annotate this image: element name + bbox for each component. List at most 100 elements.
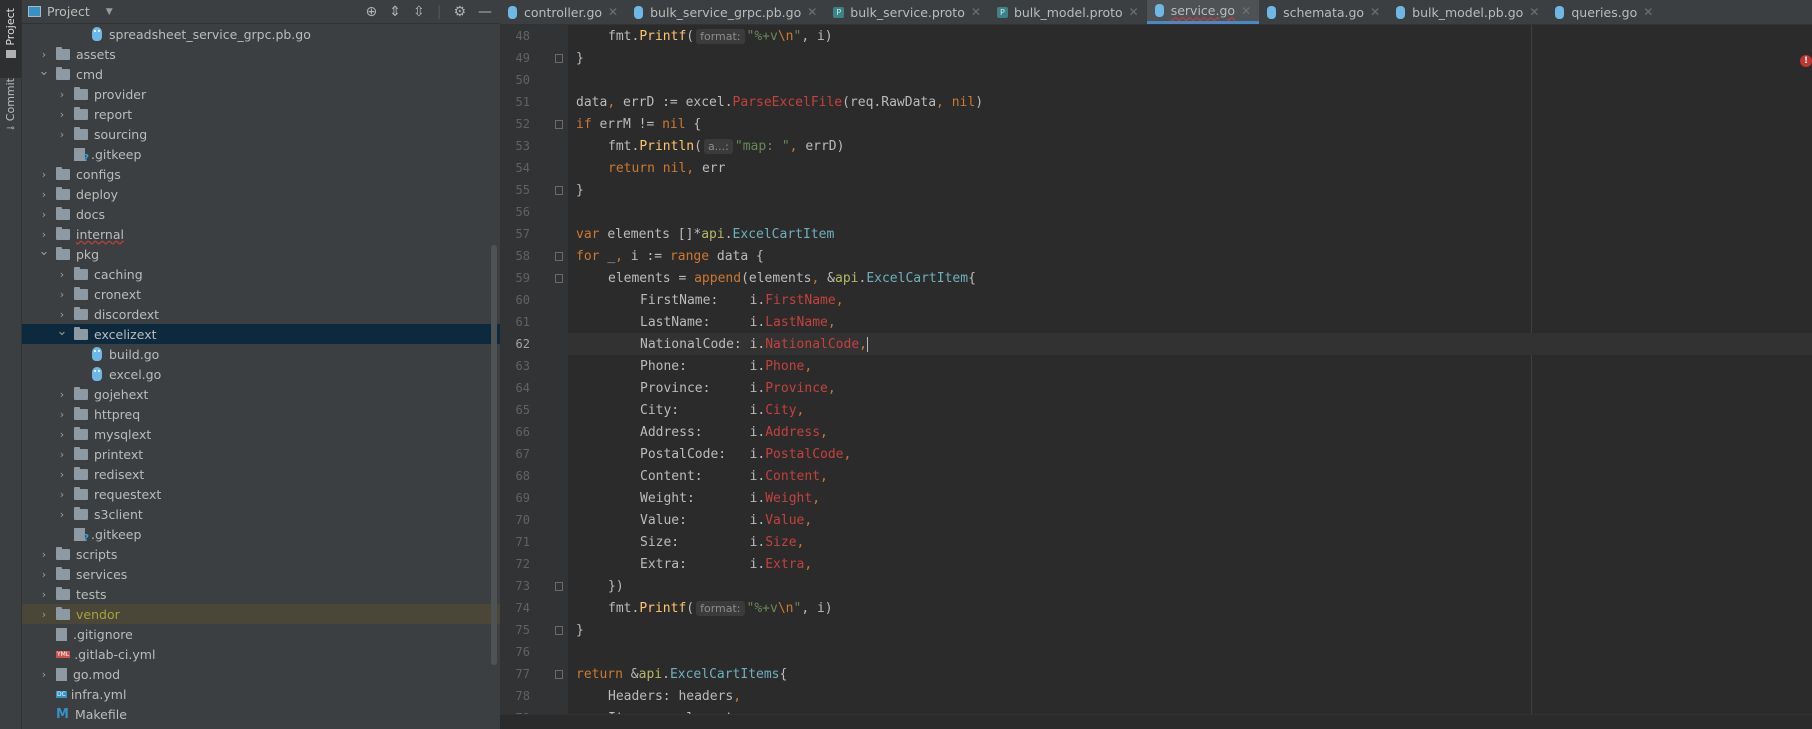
chevron-right-icon[interactable]: › [56,128,68,141]
code-line[interactable]: 50 [516,69,1812,91]
chevron-right-icon[interactable]: › [56,268,68,281]
tree-item[interactable]: › s3client [22,504,500,524]
code-editor[interactable]: ! 48 fmt.Printf(format: "%+v\n", i) 49} 50 51… [516,25,1812,726]
chevron-right-icon[interactable]: › [38,168,50,181]
chevron-right-icon[interactable]: › [56,388,68,401]
code-line[interactable]: 51 data, errD := excel.ParseExcelFile(req… [516,91,1812,113]
chevron-right-icon[interactable]: › [38,608,50,621]
tree-item[interactable]: ⌄ pkg [22,244,500,264]
tree-item[interactable]: › docs [22,204,500,224]
chevron-right-icon[interactable]: › [38,568,50,581]
fold-marker-icon[interactable] [555,119,563,129]
tree-item[interactable]: › report [22,104,500,124]
chevron-right-icon[interactable]: › [56,108,68,121]
chevron-right-icon[interactable]: › [38,208,50,221]
close-icon[interactable]: ✕ [1241,4,1251,18]
chevron-right-icon[interactable]: › [56,488,68,501]
code-line[interactable]: 62 NationalCode: i.NationalCode, [516,333,1812,355]
tree-item[interactable]: › requestext [22,484,500,504]
tree-item[interactable]: › deploy [22,184,500,204]
code-line[interactable]: 68 Content: i.Content, [516,465,1812,487]
tree-item[interactable]: › vendor [22,604,500,624]
chevron-right-icon[interactable]: › [56,448,68,461]
tree-item[interactable]: › redisext [22,464,500,484]
tree-item[interactable]: › configs [22,164,500,184]
tree-item[interactable]: › cronext [22,284,500,304]
close-icon[interactable]: ✕ [971,5,981,19]
fold-marker-icon[interactable] [555,53,563,63]
close-icon[interactable]: ✕ [1370,5,1380,19]
tree-item[interactable]: › services [22,564,500,584]
code-line[interactable]: 66 Address: i.Address, [516,421,1812,443]
tree-item[interactable]: YML .gitlab-ci.yml [22,644,500,664]
tree-item[interactable]: › sourcing [22,124,500,144]
editor-tab[interactable]: Pbulk_model.proto ✕ [989,0,1147,24]
tree-item[interactable]: › go.mod [22,664,500,684]
tree-item[interactable]: › scripts [22,544,500,564]
tree-item[interactable]: ⌄ cmd [22,64,500,84]
chevron-right-icon[interactable]: › [56,288,68,301]
code-line[interactable]: 67 PostalCode: i.PostalCode, [516,443,1812,465]
gear-icon[interactable]: ⚙ [453,4,466,20]
code-line[interactable]: 52 if errM != nil { [516,113,1812,135]
close-icon[interactable]: ✕ [1129,5,1139,19]
chevron-right-icon[interactable]: › [38,188,50,201]
editor-tab[interactable]: controller.go ✕ [500,0,626,24]
code-line[interactable]: 73}) [516,575,1812,597]
chevron-right-icon[interactable]: › [56,508,68,521]
code-line[interactable]: 78 Headers: headers, [516,685,1812,707]
editor-tab[interactable]: service.go ✕ [1146,0,1260,24]
close-icon[interactable]: ✕ [1529,5,1539,19]
chevron-down-icon[interactable]: ⌄ [56,324,68,339]
code-line[interactable]: 65 City: i.City, [516,399,1812,421]
tree-item[interactable]: › httpreq [22,404,500,424]
code-line[interactable]: 49} [516,47,1812,69]
code-line[interactable]: 60 FirstName: i.FirstName, [516,289,1812,311]
fold-marker-icon[interactable] [555,581,563,591]
fold-marker-icon[interactable] [555,669,563,679]
code-line[interactable]: 69 Weight: i.Weight, [516,487,1812,509]
code-line[interactable]: 71 Size: i.Size, [516,531,1812,553]
editor-tab[interactable]: schemata.go ✕ [1259,0,1388,24]
chevron-down-icon[interactable]: ⌄ [38,64,50,79]
tree-item[interactable]: › caching [22,264,500,284]
code-line[interactable]: 70 Value: i.Value, [516,509,1812,531]
tree-item[interactable]: spreadsheet_service_grpc.pb.go [22,24,500,44]
tree-item[interactable]: ? .gitkeep [22,144,500,164]
code-line[interactable]: 75} [516,619,1812,641]
tree-item[interactable]: › assets [22,44,500,64]
chevron-right-icon[interactable]: › [38,588,50,601]
tree-item[interactable]: › internal [22,224,500,244]
tree-item[interactable]: M Makefile [22,704,500,724]
tree-item[interactable]: › gojehext [22,384,500,404]
code-line[interactable]: 56 [516,201,1812,223]
fold-marker-icon[interactable] [555,251,563,261]
chevron-down-icon[interactable]: ⌄ [38,244,50,259]
tree-item[interactable]: › discordext [22,304,500,324]
tree-item[interactable]: excel.go [22,364,500,384]
horizontal-scrollbar[interactable] [500,714,1812,729]
chevron-right-icon[interactable]: › [56,308,68,321]
code-line[interactable]: 74 fmt.Printf(format: "%+v\n", i) [516,597,1812,619]
code-line[interactable]: 63 Phone: i.Phone, [516,355,1812,377]
chevron-right-icon[interactable]: › [38,548,50,561]
code-line[interactable]: 53 fmt.Println(a...: "map: ", errD) [516,135,1812,157]
tree-item[interactable]: › provider [22,84,500,104]
close-icon[interactable]: ✕ [1643,5,1653,19]
tree-item[interactable]: › tests [22,584,500,604]
code-line[interactable]: 59 elements = append(elements, &api.Excel… [516,267,1812,289]
code-line[interactable]: 48 fmt.Printf(format: "%+v\n", i) [516,25,1812,47]
tree-scrollbar[interactable] [491,245,497,665]
close-icon[interactable]: ✕ [807,5,817,19]
tree-item[interactable]: build.go [22,344,500,364]
tree-item[interactable]: DC infra.yml [22,684,500,704]
chevron-right-icon[interactable]: › [56,408,68,421]
chevron-right-icon[interactable]: › [38,48,50,61]
close-icon[interactable]: ✕ [608,5,618,19]
locate-icon[interactable]: ⊕ [366,4,378,20]
code-line[interactable]: 55} [516,179,1812,201]
code-line[interactable]: 72 Extra: i.Extra, [516,553,1812,575]
hide-icon[interactable]: — [478,4,492,20]
code-line[interactable]: 54 return nil, err [516,157,1812,179]
editor-tab[interactable]: bulk_service_grpc.pb.go ✕ [626,0,825,24]
